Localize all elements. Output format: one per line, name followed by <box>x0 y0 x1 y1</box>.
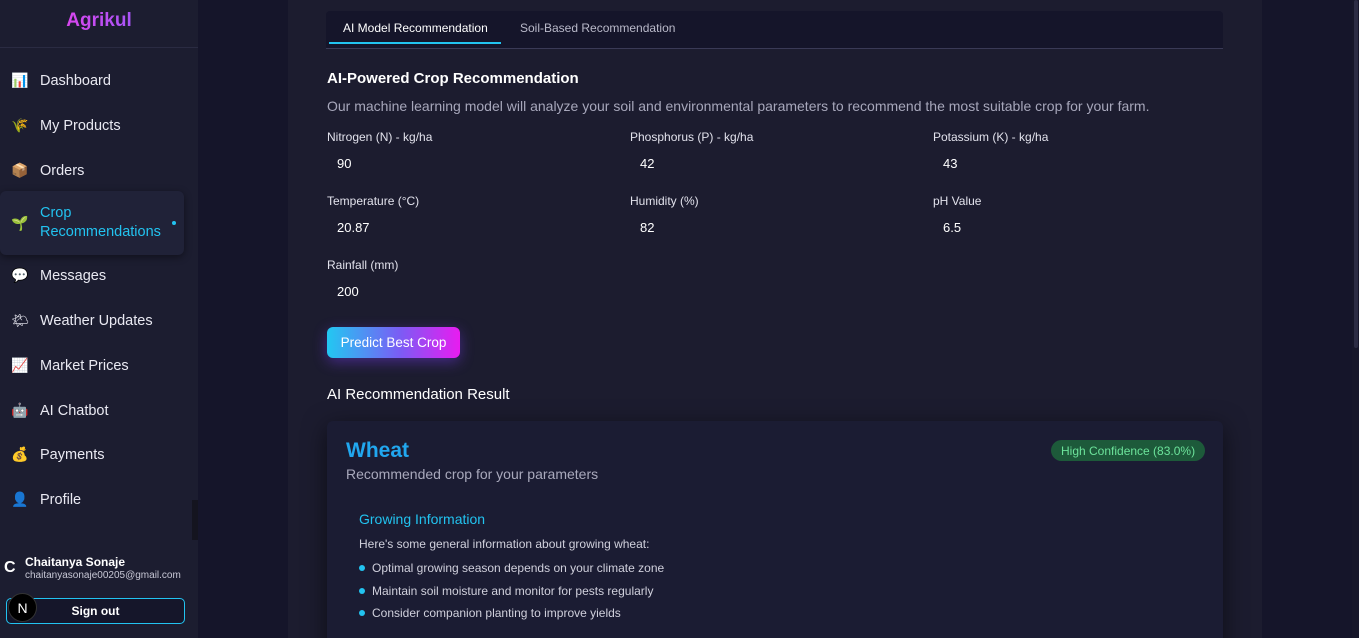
growing-info-title: Growing Information <box>359 511 486 527</box>
active-indicator-dot <box>172 221 176 225</box>
dev-tools-badge[interactable]: N <box>8 593 37 622</box>
money-bag-icon: 💰 <box>11 446 29 462</box>
rainfall-label: Rainfall (mm) <box>327 258 399 272</box>
sidebar-item-weather-updates[interactable]: 🌤 Weather Updates <box>0 298 186 343</box>
recommended-crop-subtitle: Recommended crop for your parameters <box>346 466 599 482</box>
recommendation-tabs: AI Model Recommendation Soil-Based Recom… <box>326 11 1223 49</box>
sidebar-item-ai-chatbot[interactable]: 🤖 AI Chatbot <box>0 388 186 433</box>
sidebar-item-label: Messages <box>40 267 107 284</box>
sidebar-item-profile[interactable]: 👤 Profile <box>0 477 186 522</box>
ph-input[interactable] <box>933 214 1213 240</box>
confidence-badge: High Confidence (83.0%) <box>1051 440 1206 461</box>
phosphorus-label: Phosphorus (P) - kg/ha <box>630 130 754 144</box>
list-item: Maintain soil moisture and monitor for p… <box>359 584 653 598</box>
sidebar-item-label: My Products <box>40 117 121 134</box>
sidebar-item-label: AI Chatbot <box>40 402 109 419</box>
tab-ai-model[interactable]: AI Model Recommendation <box>343 21 488 35</box>
wheat-icon: 🌾 <box>11 117 29 133</box>
sidebar-item-orders[interactable]: 📦 Orders <box>0 148 186 193</box>
user-email: chaitanyasonaje00205@gmail.com <box>25 570 181 581</box>
robot-icon: 🤖 <box>11 402 29 418</box>
sidebar-item-messages[interactable]: 💬 Messages <box>0 253 186 298</box>
user-name: Chaitanya Sonaje <box>25 555 126 569</box>
list-item: Consider companion planting to improve y… <box>359 606 621 620</box>
sidebar-item-market-prices[interactable]: 📈 Market Prices <box>0 343 186 388</box>
recommended-crop-name: Wheat <box>346 439 409 462</box>
tab-soil-based[interactable]: Soil-Based Recommendation <box>520 21 675 35</box>
avatar: C <box>4 559 16 576</box>
trend-chart-icon: 📈 <box>11 357 29 373</box>
ph-label: pH Value <box>933 194 982 208</box>
bar-chart-icon: 📊 <box>11 72 29 88</box>
active-tab-underline <box>329 42 501 44</box>
nitrogen-label: Nitrogen (N) - kg/ha <box>327 130 433 144</box>
result-card: Wheat Recommended crop for your paramete… <box>327 421 1223 638</box>
list-item-text: Optimal growing season depends on your c… <box>372 561 665 575</box>
sidebar-item-my-products[interactable]: 🌾 My Products <box>0 103 186 148</box>
page-scrollbar-thumb[interactable] <box>1354 0 1358 348</box>
growing-info-description: Here's some general information about gr… <box>359 537 650 551</box>
sun-cloud-icon: 🌤 <box>11 312 29 328</box>
sidebar: Agrikul 📊 Dashboard 🌾 My Products 📦 Orde… <box>0 0 198 638</box>
sidebar-item-label: Orders <box>40 162 85 179</box>
list-item-text: Consider companion planting to improve y… <box>372 606 621 620</box>
bullet-dot <box>359 565 365 571</box>
result-heading: AI Recommendation Result <box>327 386 510 403</box>
temperature-input[interactable] <box>327 214 607 240</box>
sidebar-item-label: Profile <box>40 491 82 508</box>
list-item: Optimal growing season depends on your c… <box>359 561 664 575</box>
nitrogen-input[interactable] <box>327 150 607 176</box>
sidebar-item-crop-recommendations[interactable]: 🌱 Crop Recommendations <box>0 191 184 255</box>
potassium-label: Potassium (K) - kg/ha <box>933 130 1049 144</box>
bullet-dot <box>359 610 365 616</box>
humidity-label: Humidity (%) <box>630 194 699 208</box>
sidebar-item-label: Payments <box>40 446 105 463</box>
sidebar-item-payments[interactable]: 💰 Payments <box>0 432 186 477</box>
list-item-text: Maintain soil moisture and monitor for p… <box>372 584 654 598</box>
humidity-input[interactable] <box>630 214 910 240</box>
sidebar-item-label: Weather Updates <box>40 312 153 329</box>
form-title: AI-Powered Crop Recommendation <box>327 70 579 87</box>
sidebar-item-label: Dashboard <box>40 72 111 89</box>
seedling-icon: 🌱 <box>11 214 29 231</box>
bullet-dot <box>359 588 365 594</box>
sidebar-item-label: Crop Recommendations <box>40 205 161 240</box>
phosphorus-input[interactable] <box>630 150 910 176</box>
message-icon: 💬 <box>11 267 29 283</box>
brand-logo[interactable]: Agrikul <box>0 0 198 48</box>
content-gutter-right <box>1262 0 1352 638</box>
sidebar-item-label: Market Prices <box>40 357 129 374</box>
predict-best-crop-button[interactable]: Predict Best Crop <box>327 327 460 358</box>
form-description: Our machine learning model will analyze … <box>327 98 1150 114</box>
user-panel: C Chaitanya Sonaje chaitanyasonaje00205@… <box>0 540 198 638</box>
brand-name: Agrikul <box>66 9 132 31</box>
potassium-input[interactable] <box>933 150 1213 176</box>
user-icon: 👤 <box>11 491 29 507</box>
content-gutter-left <box>198 0 288 638</box>
package-icon: 📦 <box>11 162 29 178</box>
rainfall-input[interactable] <box>327 278 607 304</box>
sidebar-item-dashboard[interactable]: 📊 Dashboard <box>0 58 186 103</box>
temperature-label: Temperature (°C) <box>327 194 420 208</box>
